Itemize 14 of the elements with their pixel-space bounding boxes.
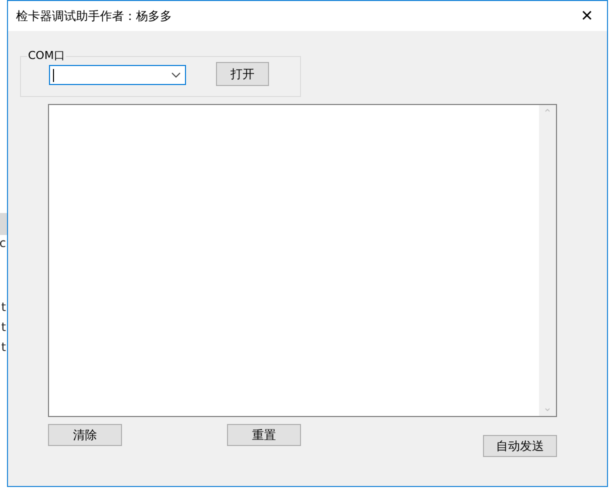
- port-combobox[interactable]: [49, 65, 186, 85]
- close-button[interactable]: ×: [567, 1, 607, 31]
- window-title: 检卡器调试助手作者：杨多多: [16, 8, 172, 24]
- background-text: t: [1, 340, 6, 354]
- background-text: t: [1, 300, 6, 314]
- reset-button[interactable]: 重置: [227, 424, 301, 446]
- chevron-down-icon: [171, 72, 181, 78]
- clear-button[interactable]: 清除: [48, 424, 122, 446]
- group-label: COM口: [27, 50, 66, 62]
- open-button[interactable]: 打开: [216, 62, 269, 86]
- background-text: t: [1, 320, 6, 334]
- list-highlight: [0, 213, 7, 235]
- background-text: c: [0, 236, 6, 250]
- auto-send-button[interactable]: 自动发送: [483, 435, 557, 457]
